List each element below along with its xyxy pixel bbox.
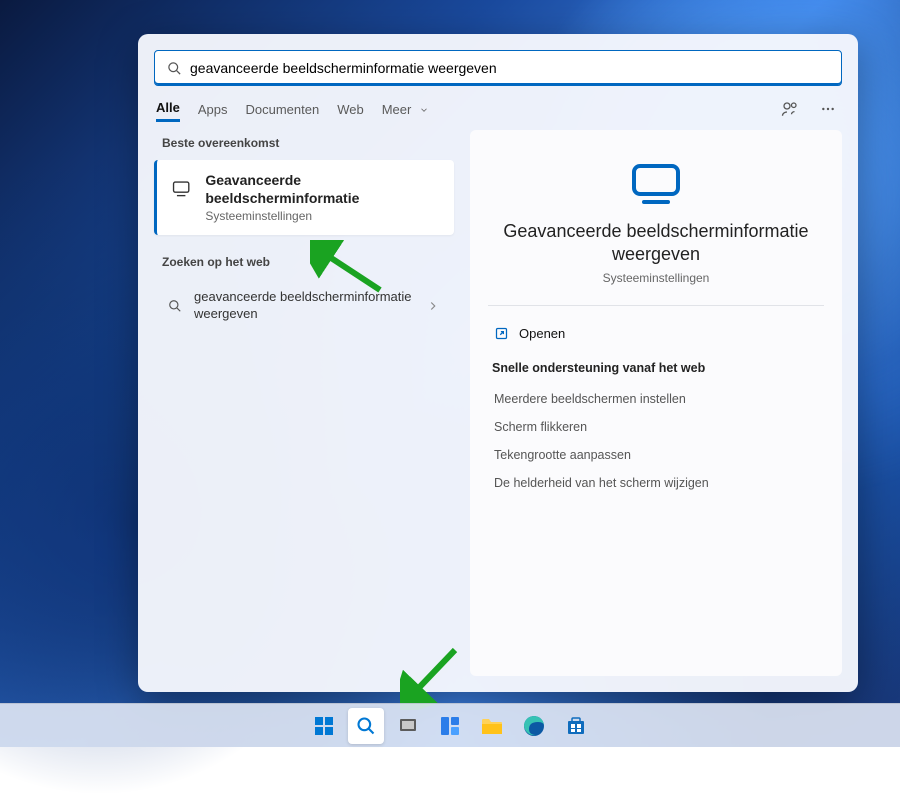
search-bar[interactable] bbox=[154, 50, 842, 86]
chevron-down-icon bbox=[419, 105, 429, 115]
web-search-label: Zoeken op het web bbox=[154, 249, 454, 279]
widgets-button[interactable] bbox=[432, 708, 468, 744]
divider bbox=[488, 305, 824, 306]
results-column: Beste overeenkomst Geavanceerde beeldsch… bbox=[154, 130, 454, 676]
chevron-right-icon bbox=[426, 299, 440, 313]
edge-button[interactable] bbox=[516, 708, 552, 744]
best-match-subtitle: Systeeminstellingen bbox=[205, 209, 440, 223]
filter-tabs: Alle Apps Documenten Web Meer bbox=[138, 96, 858, 130]
quick-link-0[interactable]: Meerdere beeldschermen instellen bbox=[492, 385, 820, 413]
taskbar-search-button[interactable] bbox=[348, 708, 384, 744]
display-icon bbox=[628, 162, 684, 206]
start-search-panel: Alle Apps Documenten Web Meer Beste over… bbox=[138, 34, 858, 692]
display-icon bbox=[171, 177, 191, 199]
start-button[interactable] bbox=[306, 708, 342, 744]
tab-all[interactable]: Alle bbox=[156, 96, 180, 122]
store-button[interactable] bbox=[558, 708, 594, 744]
web-search-text: geavanceerde beeldscherminformatie weerg… bbox=[194, 289, 414, 323]
tab-more-label: Meer bbox=[382, 102, 412, 117]
file-explorer-button[interactable] bbox=[474, 708, 510, 744]
quick-link-3[interactable]: De helderheid van het scherm wijzigen bbox=[492, 469, 820, 497]
tab-web[interactable]: Web bbox=[337, 98, 364, 121]
open-icon bbox=[494, 326, 509, 341]
quick-support-label: Snelle ondersteuning vanaf het web bbox=[492, 361, 820, 375]
search-input[interactable] bbox=[190, 60, 829, 76]
tab-more[interactable]: Meer bbox=[382, 98, 429, 121]
best-match-label: Beste overeenkomst bbox=[154, 130, 454, 160]
search-icon bbox=[168, 299, 182, 313]
task-view-button[interactable] bbox=[390, 708, 426, 744]
preview-subtitle: Systeeminstellingen bbox=[492, 271, 820, 285]
web-search-result[interactable]: geavanceerde beeldscherminformatie weerg… bbox=[154, 279, 454, 333]
open-action[interactable]: Openen bbox=[492, 320, 820, 355]
account-icon[interactable] bbox=[778, 97, 802, 121]
preview-pane: Geavanceerde beeldscherminformatie weerg… bbox=[470, 130, 842, 676]
preview-title: Geavanceerde beeldscherminformatie weerg… bbox=[492, 220, 820, 267]
quick-link-1[interactable]: Scherm flikkeren bbox=[492, 413, 820, 441]
tab-apps[interactable]: Apps bbox=[198, 98, 228, 121]
quick-link-2[interactable]: Tekengrootte aanpassen bbox=[492, 441, 820, 469]
open-label: Openen bbox=[519, 326, 565, 341]
taskbar bbox=[0, 703, 900, 747]
best-match-title: Geavanceerde beeldscherminformatie bbox=[205, 172, 440, 207]
tab-documents[interactable]: Documenten bbox=[245, 98, 319, 121]
more-options-icon[interactable] bbox=[816, 97, 840, 121]
best-match-result[interactable]: Geavanceerde beeldscherminformatie Syste… bbox=[154, 160, 454, 235]
search-icon bbox=[167, 61, 182, 76]
